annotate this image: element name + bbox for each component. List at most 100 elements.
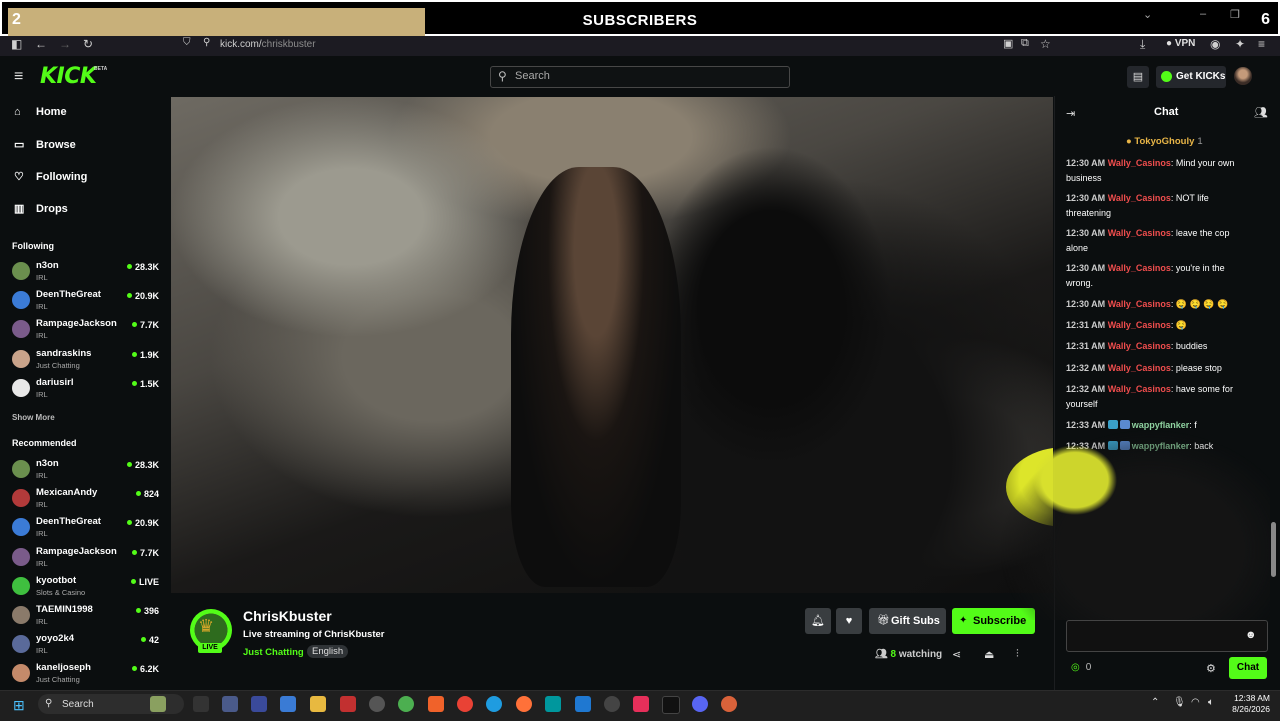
chat-username[interactable]: Wally_Casinos — [1108, 363, 1171, 373]
vscode-icon[interactable] — [575, 696, 591, 712]
app-icon-monitor[interactable] — [251, 696, 267, 712]
emoji-icon[interactable]: ☻ — [1245, 629, 1257, 641]
app-icon-remote[interactable] — [280, 696, 296, 712]
chat-scrollbar[interactable] — [1271, 522, 1276, 577]
arduino-icon[interactable] — [545, 696, 561, 712]
windows-start-icon[interactable]: ⊞ — [13, 697, 25, 714]
app-icon-maps[interactable] — [398, 696, 414, 712]
following-channel-item[interactable]: dariusirl IRL 1.5K — [12, 377, 162, 405]
nav-following[interactable]: ♡ Following — [14, 170, 87, 183]
account-icon[interactable]: ◉ — [1210, 37, 1220, 51]
edge-icon[interactable] — [486, 696, 502, 712]
chat-username[interactable]: Wally_Casinos — [1108, 158, 1171, 168]
notification-bell-button[interactable]: 🔔︎ — [805, 608, 831, 634]
chat-settings-icon[interactable]: ⚙ — [1206, 662, 1216, 675]
app-icon-red[interactable] — [340, 696, 356, 712]
show-more-link[interactable]: Show More — [12, 413, 55, 422]
nav-browse[interactable]: ▭ Browse — [14, 138, 76, 151]
menu-icon[interactable]: ≡ — [1258, 37, 1265, 51]
channel-name[interactable]: ChrisKbuster — [243, 608, 332, 624]
minimize-icon[interactable]: – — [1200, 8, 1206, 20]
recommended-channel-item[interactable]: RampageJackson IRL 7.7K — [12, 546, 162, 574]
pip-icon[interactable]: ⧉ — [1021, 37, 1029, 50]
hamburger-menu-icon[interactable]: ≡ — [14, 68, 23, 86]
collapse-chat-icon[interactable]: ⇥ — [1066, 107, 1075, 120]
chat-username[interactable]: Wally_Casinos — [1108, 384, 1171, 394]
shield-icon[interactable]: ⛉ — [183, 37, 191, 48]
following-channel-item[interactable]: sandraskins Just Chatting 1.9K — [12, 348, 162, 376]
channel-avatar — [12, 262, 30, 280]
chat-users-icon[interactable]: 👥︎ — [1254, 106, 1268, 119]
brave-icon[interactable] — [428, 696, 444, 712]
wifi-icon[interactable]: ◠ — [1191, 697, 1200, 708]
chat-username[interactable]: wappyflanker — [1132, 420, 1190, 430]
following-channel-item[interactable]: n3on IRL 28.3K — [12, 260, 162, 288]
recommended-channel-item[interactable]: yoyo2k4 IRL 42 — [12, 633, 162, 661]
forward-icon[interactable]: → — [59, 37, 71, 51]
nav-home[interactable]: ⌂ Home — [14, 106, 67, 118]
site-info-icon[interactable]: ⚲ — [203, 37, 210, 48]
chat-input[interactable] — [1066, 620, 1268, 652]
stream-category[interactable]: Just Chatting — [243, 647, 304, 658]
sidebar-toggle-icon[interactable]: ◧ — [11, 37, 22, 51]
kick-points[interactable]: ◎ 0 — [1071, 662, 1091, 673]
chat-username[interactable]: Wally_Casinos — [1108, 193, 1171, 203]
app-icon-circle[interactable] — [604, 696, 620, 712]
pinned-gifter[interactable]: ● TokyoGhouly 1 — [1126, 136, 1203, 147]
app-icon-r[interactable] — [193, 696, 209, 712]
discord-icon[interactable] — [692, 696, 708, 712]
share-icon[interactable]: ⋖ — [952, 648, 961, 661]
microphone-icon[interactable]: 🎙︎ — [1173, 697, 1186, 708]
send-chat-button[interactable]: Chat — [1229, 657, 1267, 679]
chrome-icon[interactable] — [457, 696, 473, 712]
recommended-channel-item[interactable]: kyootbot Slots & Casino LIVE — [12, 575, 162, 603]
tiktok-icon[interactable] — [662, 696, 680, 714]
app-icon-tiktok-red[interactable] — [633, 696, 649, 712]
settings-sliders-icon[interactable]: ⫶ — [1016, 648, 1019, 661]
chat-username[interactable]: Wally_Casinos — [1108, 228, 1171, 238]
screenshot-icon[interactable]: ▣ — [1003, 37, 1013, 50]
user-avatar[interactable] — [1234, 67, 1252, 85]
chat-username[interactable]: Wally_Casinos — [1108, 263, 1171, 273]
recommended-channel-item[interactable]: kaneljoseph Just Chatting 6.2K — [12, 662, 162, 690]
kick-logo[interactable]: KICK — [40, 64, 97, 89]
download-icon[interactable]: ⤓ — [1140, 37, 1145, 52]
extensions-icon[interactable]: ✦ — [1235, 37, 1245, 51]
system-clock[interactable]: 12:38 AM 8/26/2026 — [1228, 693, 1270, 715]
app-icon-sun[interactable] — [721, 696, 737, 712]
tray-chevron-icon[interactable]: ⌃ — [1151, 697, 1159, 708]
video-player[interactable] — [171, 97, 1053, 593]
channel-category: IRL — [36, 646, 48, 656]
recommended-channel-item[interactable]: n3on IRL 28.3K — [12, 458, 162, 486]
url-text[interactable]: kick.com/chriskbuster — [220, 39, 316, 50]
chevron-down-icon[interactable]: ⌄ — [1143, 8, 1152, 21]
widget-icon[interactable] — [150, 696, 166, 712]
bookmark-star-icon[interactable]: ☆ — [1040, 37, 1051, 51]
firefox-icon[interactable] — [516, 696, 532, 712]
volume-icon[interactable]: 🔈︎ — [1208, 697, 1214, 708]
viewer-count-value: 1.5K — [139, 378, 159, 389]
recommended-channel-item[interactable]: TAEMIN1998 IRL 396 — [12, 604, 162, 632]
follow-button[interactable]: ♥ — [836, 608, 862, 634]
clip-icon[interactable]: ⏏ — [984, 648, 994, 661]
vpn-button[interactable]: ● VPN — [1166, 38, 1195, 49]
language-tag[interactable]: English — [307, 645, 349, 658]
chat-timestamp: 12:31 AM — [1066, 320, 1106, 330]
recommended-channel-item[interactable]: MexicanAndy IRL 824 — [12, 487, 162, 515]
file-explorer-icon[interactable] — [310, 696, 326, 712]
chat-username[interactable]: Wally_Casinos — [1108, 320, 1171, 330]
chat-username[interactable]: Wally_Casinos — [1108, 299, 1171, 309]
nav-drops[interactable]: ▥ Drops — [14, 202, 68, 215]
channel-avatar — [12, 518, 30, 537]
back-icon[interactable]: ← — [35, 37, 47, 51]
following-channel-item[interactable]: DeenTheGreat IRL 20.9K — [12, 289, 162, 317]
chat-username[interactable]: Wally_Casinos — [1108, 341, 1171, 351]
restore-icon[interactable]: ❐ — [1230, 8, 1240, 21]
viewer-count: 396 — [135, 606, 159, 616]
dashboard-icon[interactable]: ▤ — [1127, 66, 1149, 88]
app-icon-network[interactable] — [222, 696, 238, 712]
recommended-channel-item[interactable]: DeenTheGreat IRL 20.9K — [12, 516, 162, 544]
reload-icon[interactable]: ↻ — [83, 37, 93, 51]
following-channel-item[interactable]: RampageJackson IRL 7.7K — [12, 318, 162, 346]
app-icon-clock[interactable] — [369, 696, 385, 712]
